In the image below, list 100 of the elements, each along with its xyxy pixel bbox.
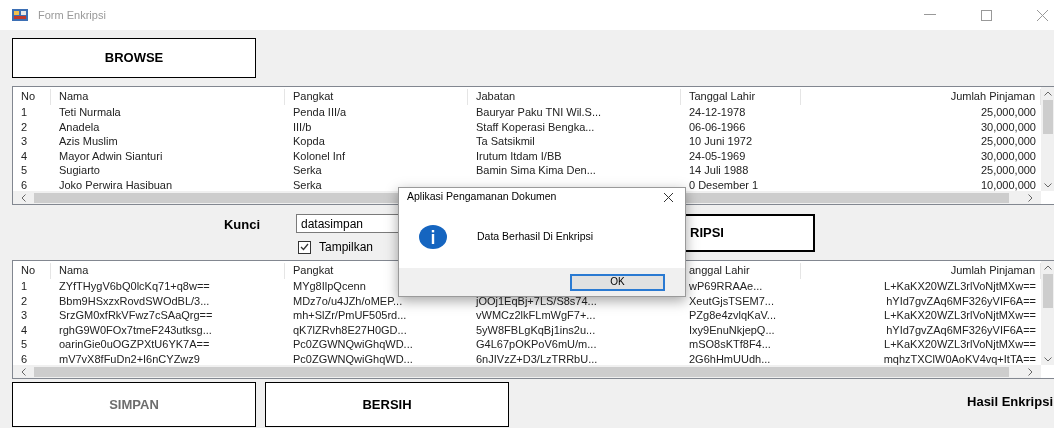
table-cell: Ixy9EnuNkjepQ... bbox=[689, 323, 775, 336]
table-cell: oarinGie0uOGZPXtU6YK7A== bbox=[59, 338, 210, 350]
column-header[interactable]: Jumlah Pinjaman bbox=[950, 264, 1035, 276]
table-cell: Pc0ZGWNQwiGhqWD... bbox=[293, 352, 413, 365]
minimize-icon[interactable] bbox=[924, 14, 936, 16]
table-cell: vWMCz2lkFLmWgF7+... bbox=[476, 309, 596, 321]
table-cell: L+KaKX20WZL3rlVoNjtMXw== bbox=[884, 280, 1036, 292]
ok-button[interactable]: OK bbox=[570, 273, 665, 291]
scroll-down-icon[interactable] bbox=[1044, 357, 1052, 362]
table-cell: jOOj1EqBj+7LS/S8s74... bbox=[476, 294, 597, 307]
table-cell: Teti Nurmala bbox=[59, 106, 121, 118]
table-cell: Serka bbox=[293, 164, 322, 176]
table-cell: Kopda bbox=[293, 135, 325, 147]
checkbox-label: Tampilkan bbox=[319, 239, 374, 256]
table-cell: 0 Desember 1 bbox=[689, 178, 759, 191]
scroll-up-icon[interactable] bbox=[1044, 91, 1052, 96]
column-header[interactable]: anggal Lahir bbox=[689, 264, 750, 276]
scrollbar-thumb[interactable] bbox=[1043, 274, 1053, 308]
table-cell: hYId7gvZAq6MF326yVIF6A== bbox=[886, 323, 1036, 336]
table-cell: 5 bbox=[21, 338, 28, 350]
table-cell: Bamin Sima Kima Den... bbox=[476, 164, 596, 176]
scrollbar-thumb[interactable] bbox=[1043, 100, 1053, 134]
table-cell: wP69RRAAe... bbox=[689, 280, 763, 292]
scroll-left-icon[interactable] bbox=[21, 367, 26, 376]
table-cell: Ta Satsikmil bbox=[476, 135, 535, 147]
table-cell: SrzGM0xfRkVFwz7cSAaQrg== bbox=[59, 309, 213, 321]
table-cell: mV7vX8fFuDn2+I6nCYZwz9 bbox=[59, 352, 200, 365]
table-cell: mqhzTXClW0AoKV4vq+ItTA== bbox=[883, 352, 1036, 365]
table-cell: PZg8e4zvlqKaV... bbox=[689, 309, 777, 321]
result-label: Hasil Enkripsi bbox=[967, 393, 1054, 411]
info-icon bbox=[419, 225, 447, 249]
table-cell: Bauryar Paku TNI Wil.S... bbox=[476, 106, 602, 118]
table-cell: 30,000,000 bbox=[980, 120, 1036, 133]
table-cell: 10 Juni 1972 bbox=[689, 135, 752, 147]
table-cell: 25,000,000 bbox=[980, 164, 1036, 176]
table-cell: Staff Koperasi Bengka... bbox=[476, 120, 595, 133]
table-cell: L+KaKX20WZL3rlVoNjtMXw== bbox=[884, 338, 1036, 350]
table-cell: hYId7gvZAq6MF326yVIF6A== bbox=[886, 294, 1036, 307]
table-cell: Pc0ZGWNQwiGhqWD... bbox=[293, 338, 413, 350]
table-cell: Kolonel Inf bbox=[293, 149, 345, 162]
column-header[interactable]: Nama bbox=[59, 90, 89, 102]
table-cell: 2 bbox=[21, 120, 28, 133]
table-cell: Irutum Itdam I/BB bbox=[476, 149, 562, 162]
table-cell: MDz7o/u4JZh/oMEP... bbox=[293, 294, 403, 307]
table-cell: 6 bbox=[21, 178, 28, 191]
table-cell: ZYfTHygV6bQ0lcKq71+q8w== bbox=[59, 280, 210, 292]
scrollbar-thumb[interactable] bbox=[34, 366, 1009, 377]
table-cell: 10,000,000 bbox=[980, 178, 1036, 191]
column-header[interactable]: No bbox=[21, 90, 36, 102]
scroll-down-icon[interactable] bbox=[1044, 183, 1052, 188]
table-cell: 5yW8FBLgKqBj1ins2u... bbox=[476, 323, 596, 336]
table-cell: III/b bbox=[293, 120, 312, 133]
close-icon[interactable] bbox=[664, 192, 673, 202]
table-cell: rghG9W0FOx7tmeF243utksg... bbox=[59, 323, 212, 336]
table-cell: 25,000,000 bbox=[980, 135, 1036, 147]
dialog-title: Aplikasi Pengamanan Dokumen bbox=[407, 189, 557, 205]
window-title: Form Enkripsi bbox=[38, 7, 106, 23]
column-header[interactable]: No bbox=[21, 264, 36, 276]
table-cell: 5 bbox=[21, 164, 28, 176]
table-cell: Serka bbox=[293, 178, 322, 191]
table-cell: 1 bbox=[21, 280, 28, 292]
scroll-up-icon[interactable] bbox=[1044, 265, 1052, 270]
table-cell: 2 bbox=[21, 294, 28, 307]
table-cell: 25,000,000 bbox=[980, 106, 1036, 118]
maximize-icon[interactable] bbox=[981, 9, 992, 21]
table-cell: mh+SlZr/PmUF505rd... bbox=[293, 309, 407, 321]
table-cell: mSO8sKTf8F4... bbox=[689, 338, 771, 350]
column-header[interactable]: Tanggal Lahir bbox=[689, 90, 756, 102]
table-cell: XeutGjsTSEM7... bbox=[689, 294, 774, 307]
table-cell: 6nJIVzZ+D3/LzTRRbU... bbox=[476, 352, 598, 365]
table-cell: 3 bbox=[21, 135, 28, 147]
table-cell: Azis Muslim bbox=[59, 135, 118, 147]
checkbox[interactable] bbox=[298, 240, 311, 254]
table-cell: Mayor Adwin Sianturi bbox=[59, 149, 163, 162]
column-header[interactable]: Jumlah Pinjaman bbox=[950, 90, 1035, 102]
table-cell: Sugiarto bbox=[59, 164, 100, 176]
table-cell: 24-05-1969 bbox=[689, 149, 746, 162]
scroll-left-icon[interactable] bbox=[21, 193, 26, 202]
dialog-message: Data Berhasil Di Enkripsi bbox=[477, 229, 594, 245]
column-header[interactable]: Pangkat bbox=[293, 90, 334, 102]
table-cell: 06-06-1966 bbox=[689, 120, 746, 133]
column-header[interactable]: Nama bbox=[59, 264, 89, 276]
table-cell: 14 Juli 1988 bbox=[689, 164, 749, 176]
table-cell: 3 bbox=[21, 309, 28, 321]
table-cell: 30,000,000 bbox=[980, 149, 1036, 162]
table-cell: qK7lZRvh8E27H0GD... bbox=[293, 323, 407, 336]
table-cell: 4 bbox=[21, 323, 28, 336]
column-header[interactable]: Jabatan bbox=[476, 90, 516, 102]
table-cell: Bbm9HSxzxRovdSWOdBL/3... bbox=[59, 294, 210, 307]
table-cell: MYg8IlpQcenn bbox=[293, 280, 366, 292]
column-header[interactable]: Pangkat bbox=[293, 264, 334, 276]
table-cell: 4 bbox=[21, 149, 28, 162]
table-cell: 6 bbox=[21, 352, 28, 365]
scroll-right-icon[interactable] bbox=[1028, 367, 1033, 376]
browse-button[interactable]: BROWSE bbox=[12, 38, 256, 78]
table-cell: 2G6hHmUUdh... bbox=[689, 352, 771, 365]
table-cell: Anadela bbox=[59, 120, 100, 133]
clear-button[interactable]: BERSIH bbox=[265, 382, 509, 427]
scroll-right-icon[interactable] bbox=[1028, 193, 1033, 202]
table-cell: G4L67pOKPoV6mU/m... bbox=[476, 338, 597, 350]
